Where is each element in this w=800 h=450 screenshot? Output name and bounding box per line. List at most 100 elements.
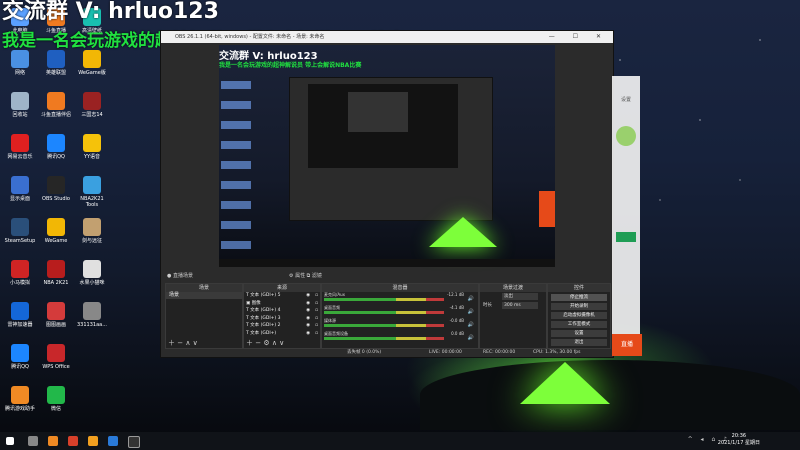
app-icon	[47, 344, 65, 362]
desktop-icon[interactable]: 三国志14	[74, 92, 110, 118]
speaker-icon[interactable]: 🔊	[468, 322, 474, 328]
visibility-eye-icon[interactable]: ◉	[306, 315, 310, 323]
desktop-icon[interactable]: WeGame版	[74, 50, 110, 76]
control-button[interactable]: 退出	[551, 338, 607, 346]
desktop-icon[interactable]: 剑与远征	[74, 218, 110, 244]
visibility-eye-icon[interactable]: ◉	[306, 330, 310, 338]
app-icon	[83, 218, 101, 236]
scene-item[interactable]: 场景	[166, 292, 242, 299]
source-item[interactable]: T 文本 (GDI+) 5 ◉ ▫	[244, 292, 320, 300]
app-icon	[47, 218, 65, 236]
app-icon[interactable]	[88, 436, 98, 446]
desktop-icon-label: 回收站	[12, 112, 28, 118]
desktop-icon[interactable]: NBA2K21 Tools	[74, 176, 110, 208]
duration-label: 时长	[483, 303, 492, 308]
obs-taskbar-icon[interactable]	[128, 436, 140, 448]
desktop-icon[interactable]: 网络	[2, 50, 38, 76]
speaker-icon[interactable]: 🔊	[468, 296, 474, 302]
desktop-icon[interactable]: 网易云音乐	[2, 134, 38, 160]
desktop-icon[interactable]: 斗鱼直播伴侣	[38, 92, 74, 118]
mixer-channel: 麦克风/Aux -12.1 dB 🔊	[322, 292, 478, 305]
desktop-icon[interactable]: 腾讯QQ	[2, 344, 38, 370]
start-icon[interactable]	[6, 437, 14, 445]
visibility-eye-icon[interactable]: ◉	[306, 322, 310, 330]
app-icon	[83, 92, 101, 110]
app-icon[interactable]	[108, 436, 118, 446]
app-icon	[11, 386, 29, 404]
transition-type[interactable]: 淡出	[502, 293, 538, 300]
desktop-icon[interactable]: NBA 2K21	[38, 260, 74, 286]
volume-meter[interactable]	[324, 337, 444, 340]
visibility-eye-icon[interactable]: ◉	[306, 300, 310, 308]
window-controls[interactable]: — ☐ ✕	[549, 31, 609, 43]
sources-buttons[interactable]: ＋ − ⚙ ∧ ∨	[244, 339, 320, 348]
transition-type-row[interactable]: 淡出	[480, 292, 546, 301]
controls-header: 控件	[548, 284, 610, 292]
obs-preview[interactable]: 交流群 V: hrluo123 我是一名会玩游戏的超神解说员 带上会解说NBA比…	[219, 45, 555, 267]
lock-icon[interactable]: ▫	[315, 292, 318, 300]
clock[interactable]: 20:36 2021/1/17 星期日	[718, 433, 760, 447]
control-button[interactable]: 停止推流	[551, 293, 607, 301]
desktop-icon[interactable]: 腾讯游戏助手	[2, 386, 38, 412]
app-icon	[83, 176, 101, 194]
app-icon	[11, 302, 29, 320]
live-button[interactable]: 直播	[612, 334, 642, 356]
desktop-icon[interactable]: 回收站	[2, 92, 38, 118]
desktop-icon[interactable]: 腾讯QQ	[38, 134, 74, 160]
desktop-icon[interactable]: YY语音	[74, 134, 110, 160]
volume-meter[interactable]	[324, 324, 444, 327]
obs-title-bar[interactable]: OBS 26.1.1 (64-bit, windows) - 配置文件: 未命名…	[161, 31, 613, 43]
desktop-icon[interactable]: 小马模拟	[2, 260, 38, 286]
source-item[interactable]: T 文本 (GDI+) 3 ◉ ▫	[244, 315, 320, 323]
desktop-icon[interactable]: 英雄联盟	[38, 50, 74, 76]
lock-icon[interactable]: ▫	[315, 300, 318, 308]
speaker-icon[interactable]: 🔊	[468, 335, 474, 341]
lock-icon[interactable]: ▫	[315, 330, 318, 338]
lock-icon[interactable]: ▫	[315, 322, 318, 330]
browser-icon[interactable]	[48, 436, 58, 446]
desktop-icon-label: 腾讯游戏助手	[4, 406, 35, 412]
app-icon[interactable]	[68, 436, 78, 446]
transition-duration-row: 时长 300 ms	[480, 301, 546, 310]
properties-filters[interactable]: ⚙ 属性 ⧉ 滤镜	[289, 271, 322, 281]
desktop-icon[interactable]: OBS Studio	[38, 176, 74, 202]
desktop-icon[interactable]: 显示桌面	[2, 176, 38, 202]
control-button[interactable]: 启动虚拟摄像机	[551, 311, 607, 319]
app-icon	[11, 50, 29, 68]
desktop-icon[interactable]: WPS Office	[38, 344, 74, 370]
speaker-icon[interactable]: 🔊	[468, 309, 474, 315]
desktop-icon[interactable]: 图图画画	[38, 302, 74, 328]
desktop-icon[interactable]: 331131aa...	[74, 302, 110, 328]
desktop-icon[interactable]: WeGame	[38, 218, 74, 244]
control-button[interactable]: 设置	[551, 329, 607, 337]
volume-meter[interactable]	[324, 298, 444, 301]
source-item[interactable]: T 文本 (GDI+) 4 ◉ ▫	[244, 307, 320, 315]
channel-db: -0.0 dB	[449, 318, 464, 323]
source-item[interactable]: T 文本 (GDI+) 2 ◉ ▫	[244, 322, 320, 330]
duration-value[interactable]: 300 ms	[502, 302, 538, 309]
desktop-icon[interactable]: 雷神加速器	[2, 302, 38, 328]
right-side-panel: 设置	[612, 76, 640, 334]
source-item[interactable]: ▣ 图像 ◉ ▫	[244, 300, 320, 308]
control-button[interactable]: 工作室模式	[551, 320, 607, 328]
source-label: T 文本 (GDI+)	[246, 330, 277, 336]
desktop-icon-label: 网络	[14, 70, 25, 76]
scenes-buttons[interactable]: ＋ − ∧ ∨	[166, 339, 242, 348]
visibility-eye-icon[interactable]: ◉	[306, 292, 310, 300]
wallpaper-tent	[520, 362, 610, 404]
desktop-icon[interactable]: 水果小猫咪	[74, 260, 110, 286]
desktop-icon[interactable]: 微信	[38, 386, 74, 412]
visibility-eye-icon[interactable]: ◉	[306, 307, 310, 315]
app-icon	[47, 386, 65, 404]
lock-icon[interactable]: ▫	[315, 307, 318, 315]
control-button[interactable]: 开始录制	[551, 302, 607, 310]
volume-meter[interactable]	[324, 311, 444, 314]
search-icon[interactable]	[28, 436, 38, 446]
desktop-icon-label: 网易云音乐	[7, 154, 33, 160]
lock-icon[interactable]: ▫	[315, 315, 318, 323]
source-item[interactable]: T 文本 (GDI+) ◉ ▫	[244, 330, 320, 338]
desktop-icon-label: OBS Studio	[42, 196, 70, 202]
desktop-icon-label: WeGame	[44, 238, 68, 244]
desktop-icon-label: WPS Office	[42, 364, 70, 370]
desktop-icon[interactable]: SteamSetup	[2, 218, 38, 244]
